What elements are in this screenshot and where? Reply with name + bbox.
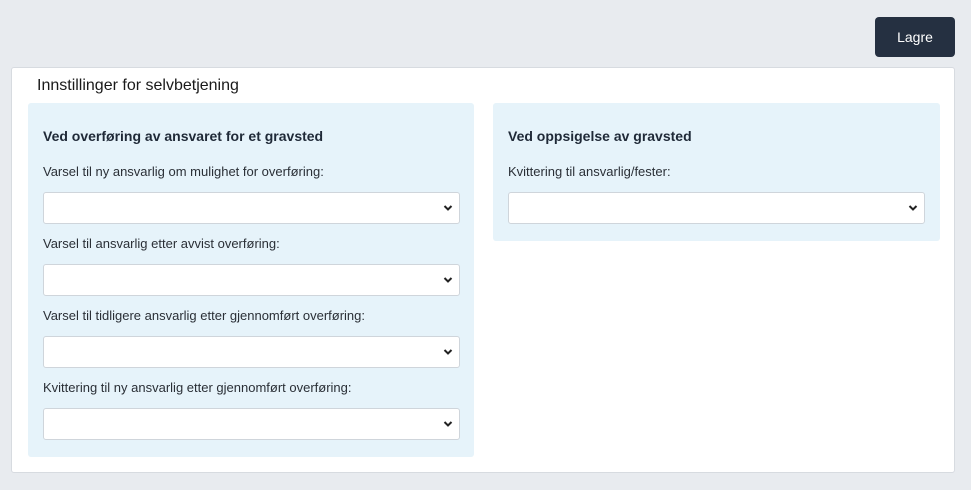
termination-field-label-1: Kvittering til ansvarlig/fester: [508,164,671,179]
self-service-settings-card: Innstillinger for selvbetjening Ved over… [11,67,955,473]
transfer-select-2[interactable] [43,264,460,296]
termination-panel: Ved oppsigelse av gravsted Kvittering ti… [493,103,940,241]
card-title: Innstillinger for selvbetjening [37,77,239,94]
chevron-down-icon [443,349,453,355]
transfer-heading: Ved overføring av ansvaret for et gravst… [43,128,324,144]
termination-heading: Ved oppsigelse av gravsted [508,128,692,144]
chevron-down-icon [908,205,918,211]
chevron-down-icon [443,205,453,211]
transfer-panel: Ved overføring av ansvaret for et gravst… [28,103,474,457]
termination-select-1[interactable] [508,192,925,224]
save-button[interactable]: Lagre [875,17,955,57]
chevron-down-icon [443,421,453,427]
chevron-down-icon [443,277,453,283]
transfer-field-label-1: Varsel til ny ansvarlig om mulighet for … [43,164,324,179]
transfer-select-4[interactable] [43,408,460,440]
transfer-select-3[interactable] [43,336,460,368]
transfer-field-label-4: Kvittering til ny ansvarlig etter gjenno… [43,380,352,395]
transfer-field-label-2: Varsel til ansvarlig etter avvist overfø… [43,236,280,251]
transfer-select-1[interactable] [43,192,460,224]
transfer-field-label-3: Varsel til tidligere ansvarlig etter gje… [43,308,365,323]
